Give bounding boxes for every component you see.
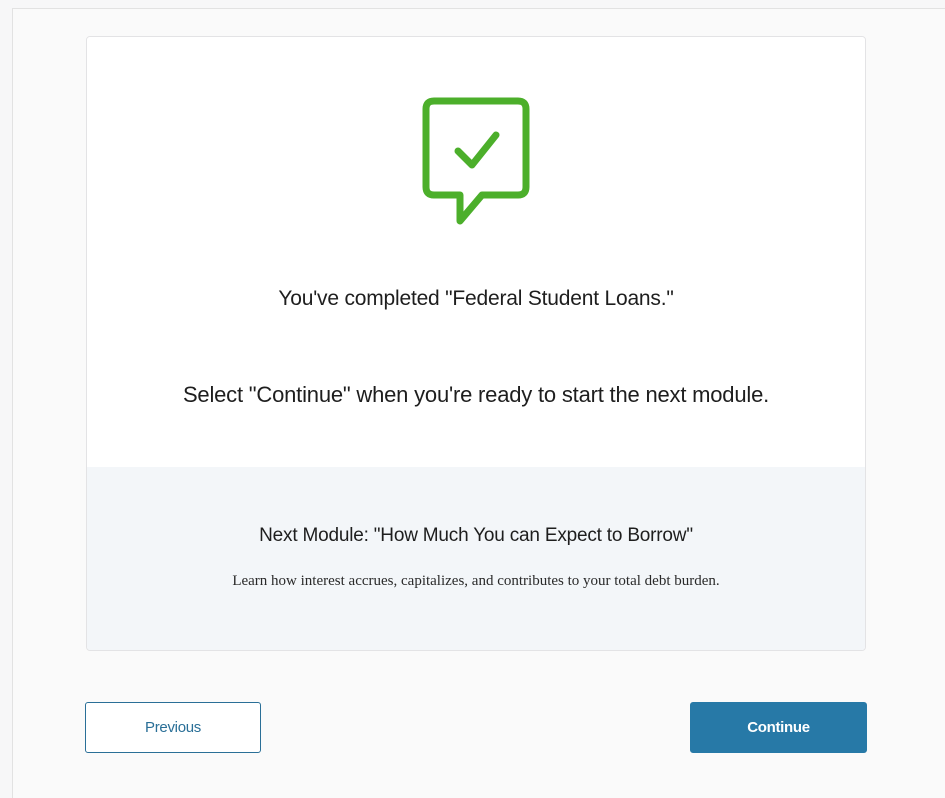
next-module-description: Learn how interest accrues, capitalizes,… <box>232 573 720 589</box>
continue-button[interactable]: Continue <box>690 702 867 753</box>
instruction-message: Select "Continue" when you're ready to s… <box>182 382 770 407</box>
previous-button[interactable]: Previous <box>85 702 261 753</box>
completed-message: You've completed "Federal Student Loans.… <box>278 287 674 310</box>
next-module-panel: Next Module: "How Much You can Expect to… <box>87 467 865 650</box>
completion-section: You've completed "Federal Student Loans.… <box>87 37 865 467</box>
chat-check-icon <box>422 97 532 227</box>
next-module-title: Next Module: "How Much You can Expect to… <box>259 525 693 546</box>
completion-card: You've completed "Federal Student Loans.… <box>86 36 866 651</box>
